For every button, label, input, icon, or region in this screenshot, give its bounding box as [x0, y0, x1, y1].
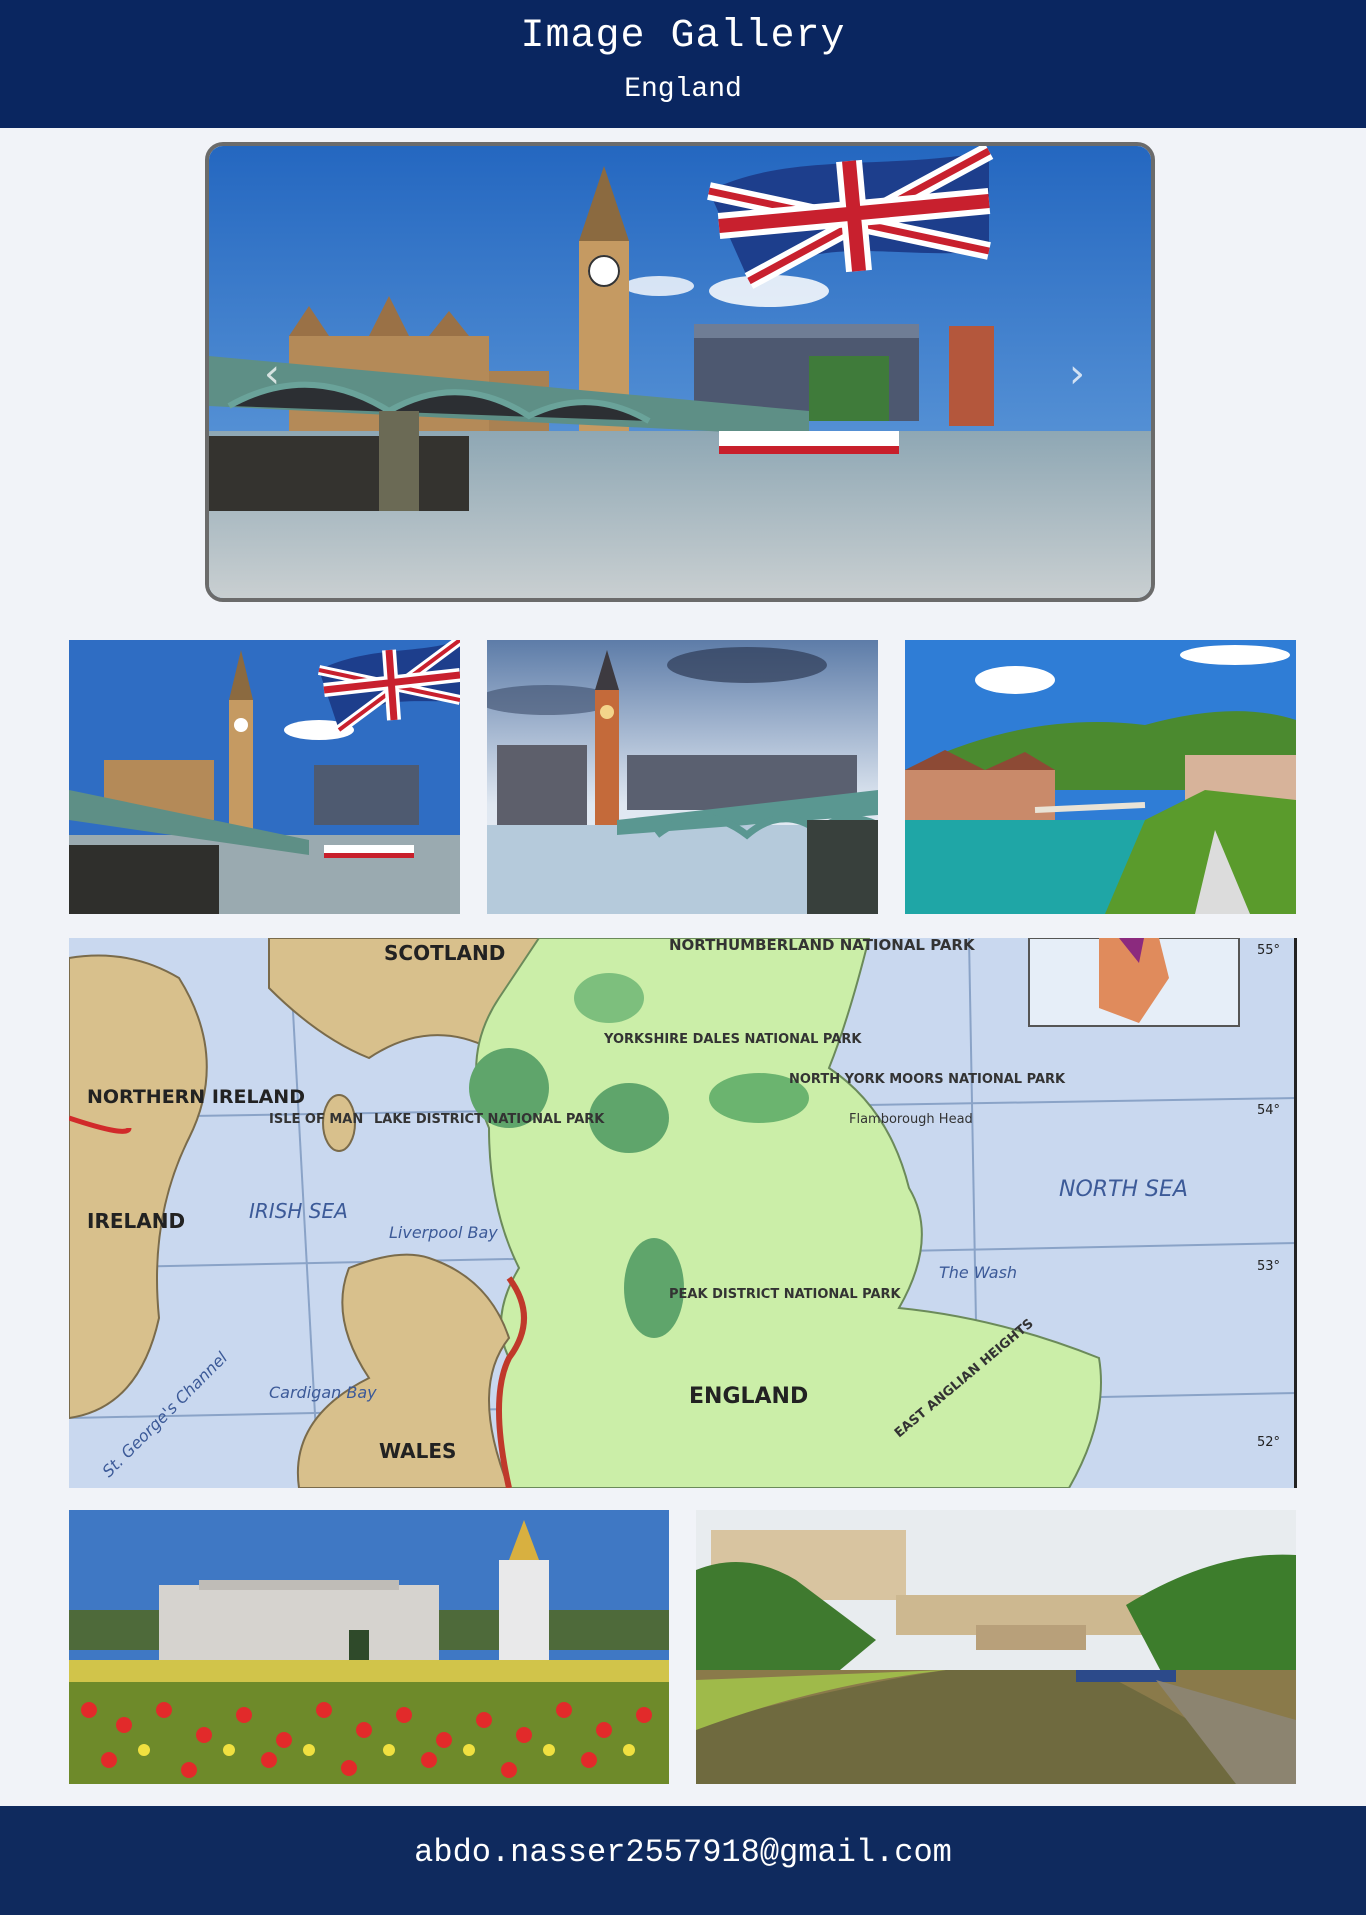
map-label-the-wash: The Wash — [939, 1263, 1017, 1282]
bath-river-image — [696, 1510, 1296, 1784]
map-label-peak-district: PEAK DISTRICT NATIONAL PARK — [669, 1287, 902, 1302]
gallery-image-big-ben[interactable] — [487, 640, 878, 914]
london-flag-image — [69, 640, 460, 914]
gallery-image-england-map[interactable]: SCOTLAND NORTHUMBERLAND NATIONAL PARK NO… — [69, 938, 1297, 1488]
map-lat-53: 53° — [1257, 1259, 1280, 1274]
chevron-right-icon[interactable]: › — [1069, 351, 1085, 397]
map-label-irish-sea: IRISH SEA — [249, 1199, 348, 1223]
river-town-image — [905, 640, 1296, 914]
map-label-england: ENGLAND — [689, 1384, 808, 1409]
map-lat-55: 55° — [1257, 943, 1280, 958]
map-label-yorkshire-dales: YORKSHIRE DALES NATIONAL PARK — [603, 1032, 862, 1047]
map-lat-54: 54° — [1257, 1103, 1280, 1118]
gallery-image-bath-river[interactable] — [696, 1510, 1296, 1784]
map-label-lake-district: LAKE DISTRICT NATIONAL PARK — [374, 1112, 605, 1127]
slide-image-london — [209, 146, 1151, 598]
page-header: Image Gallery England — [0, 0, 1366, 128]
page-footer: abdo.nasser2557918@gmail.com — [0, 1806, 1366, 1915]
footer-email[interactable]: abdo.nasser2557918@gmail.com — [0, 1834, 1366, 1871]
map-label-north-sea: NORTH SEA — [1059, 1177, 1188, 1202]
map-label-ireland: IRELAND — [87, 1209, 185, 1233]
map-label-north-york-moors: NORTH YORK MOORS NATIONAL PARK — [789, 1072, 1066, 1087]
buckingham-palace-image — [69, 1510, 669, 1784]
england-map-image: SCOTLAND NORTHUMBERLAND NATIONAL PARK NO… — [69, 938, 1297, 1488]
chevron-left-icon[interactable]: ‹ — [264, 351, 280, 397]
gallery-image-river-town[interactable] — [905, 640, 1296, 914]
big-ben-image — [487, 640, 878, 914]
map-label-wales: WALES — [379, 1439, 456, 1463]
map-lat-52: 52° — [1257, 1435, 1280, 1450]
map-label-northern-ireland: NORTHERN IRELAND — [87, 1086, 305, 1108]
map-label-isle-of-man: ISLE OF MAN — [269, 1112, 363, 1127]
map-label-scotland: SCOTLAND — [384, 941, 505, 965]
map-label-flamborough-head: Flamborough Head — [849, 1112, 973, 1127]
map-label-northumberland: NORTHUMBERLAND NATIONAL PARK — [669, 938, 976, 954]
map-label-liverpool-bay: Liverpool Bay — [389, 1223, 498, 1242]
gallery-image-london-flag[interactable] — [69, 640, 460, 914]
image-slider[interactable]: ‹ › — [205, 142, 1155, 602]
page-title: Image Gallery — [520, 14, 846, 59]
gallery-image-buckingham-palace[interactable] — [69, 1510, 669, 1784]
page-subtitle: England — [624, 74, 742, 105]
map-label-cardigan-bay: Cardigan Bay — [269, 1383, 377, 1402]
